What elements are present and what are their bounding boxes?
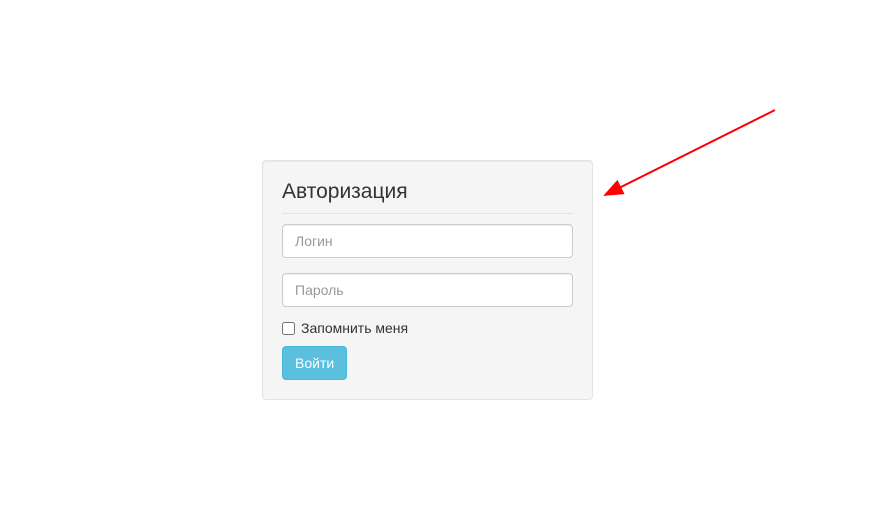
password-group: [282, 273, 573, 307]
login-panel: Авторизация Запомнить меня Войти: [262, 160, 593, 400]
arrow-annotation-icon: [590, 105, 790, 205]
remember-label: Запомнить меня: [301, 320, 408, 336]
login-heading: Авторизация: [282, 180, 573, 214]
username-input[interactable]: [282, 224, 573, 258]
remember-row: Запомнить меня: [282, 320, 573, 336]
username-group: [282, 224, 573, 258]
password-input[interactable]: [282, 273, 573, 307]
login-button[interactable]: Войти: [282, 346, 347, 380]
remember-checkbox[interactable]: [282, 322, 295, 335]
